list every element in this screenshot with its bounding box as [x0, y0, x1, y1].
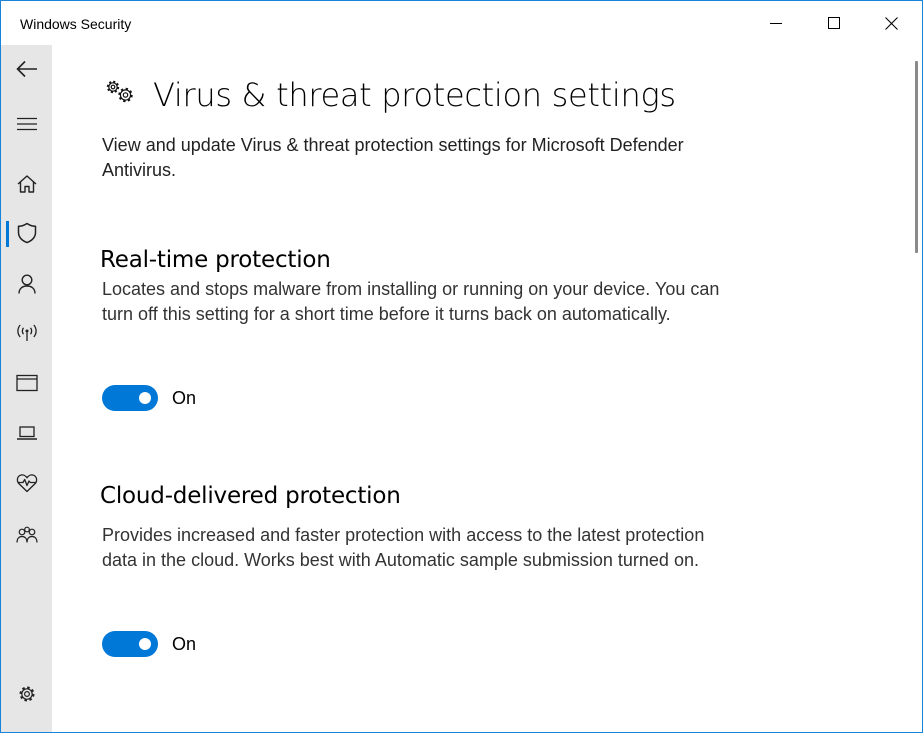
minimize-button[interactable]	[748, 1, 804, 45]
wireless-signal-icon	[16, 324, 37, 341]
shield-icon	[17, 222, 36, 244]
section-title-cloud-delivered-protection: Cloud-delivered protection	[100, 483, 401, 509]
close-icon	[884, 16, 898, 30]
real-time-protection-toggle[interactable]	[102, 385, 158, 411]
maximize-button[interactable]	[806, 1, 862, 45]
cloud-delivered-protection-toggle[interactable]	[102, 631, 158, 657]
sidebar-item-settings[interactable]	[1, 672, 52, 716]
content-scrollbar[interactable]	[915, 61, 918, 253]
window-title: Windows Security	[20, 16, 132, 32]
minimize-icon	[770, 23, 782, 24]
sidebar-item-account-protection[interactable]	[1, 262, 52, 306]
person-icon	[17, 274, 36, 294]
toggle-knob	[139, 638, 151, 650]
section-title-real-time-protection: Real-time protection	[100, 247, 331, 273]
sidebar-item-virus-threat-protection[interactable]	[1, 211, 52, 255]
hamburger-menu-icon	[16, 117, 37, 131]
windows-security-window: Windows Security Virus & threat protecti…	[0, 0, 923, 733]
page-intro: View and update Virus & threat protectio…	[102, 135, 684, 180]
sidebar-item-device-security[interactable]	[1, 411, 52, 455]
browser-window-icon	[15, 374, 38, 392]
title-bar: Windows Security	[1, 1, 922, 45]
family-people-icon	[15, 526, 38, 543]
section-desc-real-time-protection: Locates and stops malware from installin…	[102, 279, 720, 324]
sidebar-nav	[1, 45, 52, 732]
home-icon	[17, 175, 36, 193]
close-button[interactable]	[863, 1, 919, 45]
sidebar-item-device-performance-health[interactable]	[1, 461, 52, 505]
gear-icon	[19, 686, 34, 702]
page-title: Virus & threat protection settings	[153, 76, 676, 114]
laptop-icon	[16, 426, 37, 440]
gears-icon	[106, 80, 133, 103]
back-button[interactable]	[1, 47, 52, 91]
menu-button[interactable]	[1, 102, 52, 146]
real-time-protection-toggle-row: On	[102, 385, 196, 411]
cloud-delivered-protection-toggle-row: On	[102, 631, 196, 657]
sidebar-item-firewall-network[interactable]	[1, 311, 52, 355]
sidebar-item-app-browser-control[interactable]	[1, 361, 52, 405]
heart-pulse-icon	[16, 474, 37, 493]
main-content: Virus & threat protection settings View …	[52, 45, 916, 732]
sidebar-item-home[interactable]	[1, 162, 52, 206]
real-time-protection-state: On	[172, 387, 197, 408]
maximize-icon	[828, 17, 840, 29]
toggle-knob	[139, 392, 151, 404]
back-arrow-icon	[15, 60, 37, 78]
sidebar-item-family-options[interactable]	[1, 513, 52, 557]
cloud-delivered-protection-state: On	[172, 633, 197, 654]
section-desc-cloud-delivered-protection: Provides increased and faster protection…	[102, 525, 705, 570]
